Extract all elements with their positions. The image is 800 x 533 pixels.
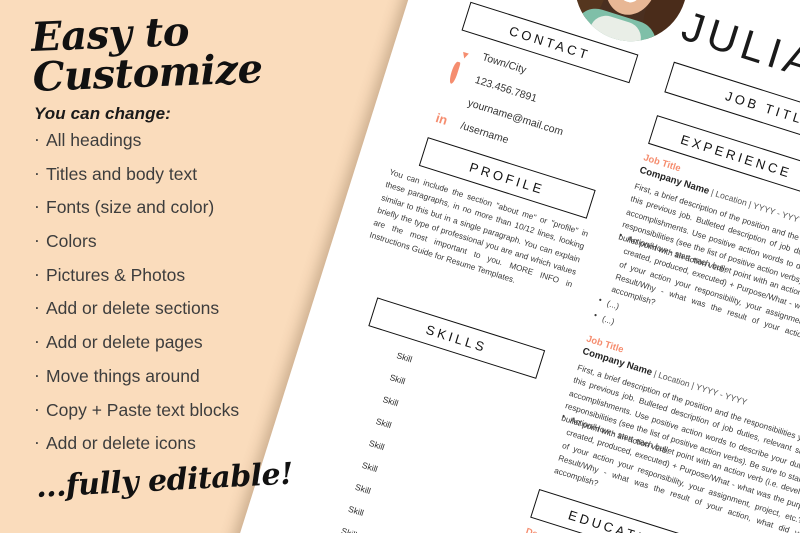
promo-list-item: Add or delete icons <box>34 434 384 453</box>
envelope-icon <box>441 86 462 107</box>
promo-list-item: Move things around <box>34 367 384 386</box>
promo-panel: Easy to Customize You can change: All he… <box>0 0 400 533</box>
section-header-experience-label: EXPERIENCE <box>679 131 794 181</box>
section-header-profile-label: PROFILE <box>467 159 547 197</box>
job-title-banner-label: JOB TITLE HERE <box>723 87 800 147</box>
promo-list-item: All headings <box>34 131 384 150</box>
phone-icon <box>448 60 469 85</box>
section-header-contact-label: CONTACT <box>507 22 593 63</box>
promo-list-item: Add or delete sections <box>34 299 384 318</box>
promo-title: Easy to Customize <box>30 7 264 101</box>
linkedin-icon: in <box>433 110 450 128</box>
promo-list-item: Pictures & Photos <box>34 266 384 285</box>
contact-value-linkedin: /username <box>459 119 511 146</box>
promo-list-item: Copy + Paste text blocks <box>34 401 384 420</box>
location-pin-icon <box>455 40 476 61</box>
promo-list-item: Colors <box>34 232 384 251</box>
promo-feature-list: All headings Titles and body text Fonts … <box>34 131 384 469</box>
section-header-skills-label: SKILLS <box>424 321 490 355</box>
promo-list-item: Titles and body text <box>34 165 384 184</box>
contact-value-location: Town/City <box>480 50 528 76</box>
promo-list-item: Fonts (size and color) <box>34 198 384 217</box>
promo-list-item: Add or delete pages <box>34 333 384 352</box>
promo-subtitle: You can change: <box>34 104 171 123</box>
